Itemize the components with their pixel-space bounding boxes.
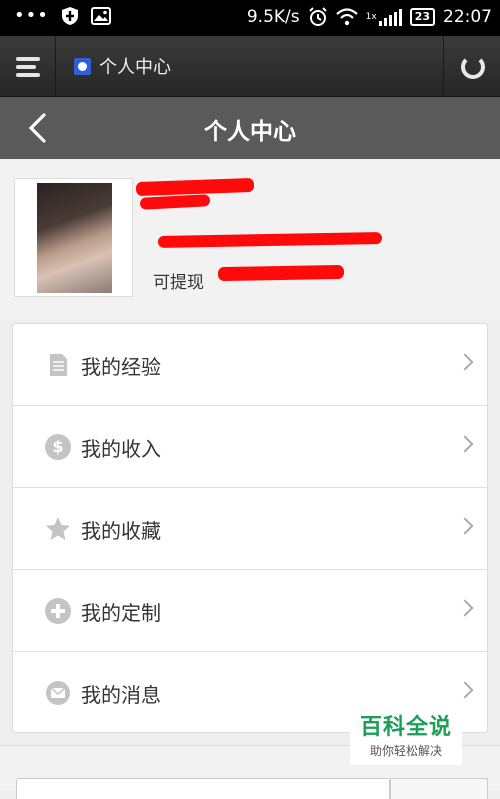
shield-icon	[61, 7, 78, 25]
menu-item-custom[interactable]: 我的定制	[13, 570, 487, 652]
redacted-withdraw-amount	[217, 264, 345, 282]
star-icon	[46, 517, 70, 540]
watermark-title: 百科全说	[359, 715, 452, 740]
chevron-right-icon	[456, 353, 474, 371]
menu-list: 我的经验 $ 我的收入 我的收藏 我的定制 我的消息	[12, 323, 488, 733]
withdraw-label: 可提现	[153, 273, 204, 293]
battery-icon: 23	[409, 8, 435, 26]
browser-tab-title: 个人中心	[99, 57, 171, 78]
chevron-right-icon	[456, 681, 474, 699]
image-icon	[90, 7, 111, 25]
menu-item-label: 我的定制	[81, 601, 161, 625]
chevron-right-icon	[456, 599, 474, 617]
profile-section: 可提现	[0, 160, 500, 320]
chevron-right-icon	[456, 517, 474, 535]
bottom-input-field[interactable]	[16, 778, 390, 799]
envelope-icon	[46, 681, 70, 705]
menu-item-label: 我的收藏	[81, 519, 161, 543]
page-header: 个人中心	[0, 97, 500, 159]
menu-item-label: 我的经验	[81, 355, 161, 379]
menu-item-label: 我的消息	[81, 683, 161, 707]
clock: 22:07	[443, 7, 492, 27]
page-title: 个人中心	[204, 119, 296, 145]
menu-item-income[interactable]: $ 我的收入	[13, 406, 487, 488]
alarm-icon	[308, 7, 327, 26]
browser-tab[interactable]: 个人中心	[74, 53, 171, 79]
watermark-subtitle: 助你轻松解决	[369, 744, 442, 758]
plus-circle-icon	[45, 598, 71, 624]
signal-icon	[378, 8, 402, 26]
more-notifications-icon: •••	[14, 5, 49, 26]
avatar-frame[interactable]	[14, 178, 133, 297]
status-bar: ••• 9.5K/s 1x 23 22:07	[0, 0, 500, 36]
redacted-experience-info	[157, 232, 383, 248]
menu-item-label: 我的收入	[81, 437, 161, 461]
watermark-logo: 百科全说 助你轻松解决	[350, 713, 462, 765]
chevron-right-icon	[456, 435, 474, 453]
menu-item-favorites[interactable]: 我的收藏	[13, 488, 487, 570]
network-type: 1x	[365, 12, 377, 22]
menu-item-experience[interactable]: 我的经验	[13, 324, 487, 406]
dollar-icon: $	[45, 434, 71, 460]
redacted-username	[135, 177, 255, 197]
document-icon	[50, 354, 67, 376]
paw-icon	[74, 57, 91, 75]
browser-toolbar: 个人中心	[0, 36, 500, 97]
wifi-icon	[335, 8, 358, 26]
avatar	[37, 183, 112, 293]
redacted-username-line	[139, 194, 211, 210]
bottom-action-button[interactable]	[390, 778, 488, 799]
browser-menu-button[interactable]	[0, 36, 56, 96]
reload-button[interactable]	[443, 36, 500, 96]
network-speed: 9.5K/s	[246, 7, 300, 27]
reload-icon	[461, 55, 485, 79]
